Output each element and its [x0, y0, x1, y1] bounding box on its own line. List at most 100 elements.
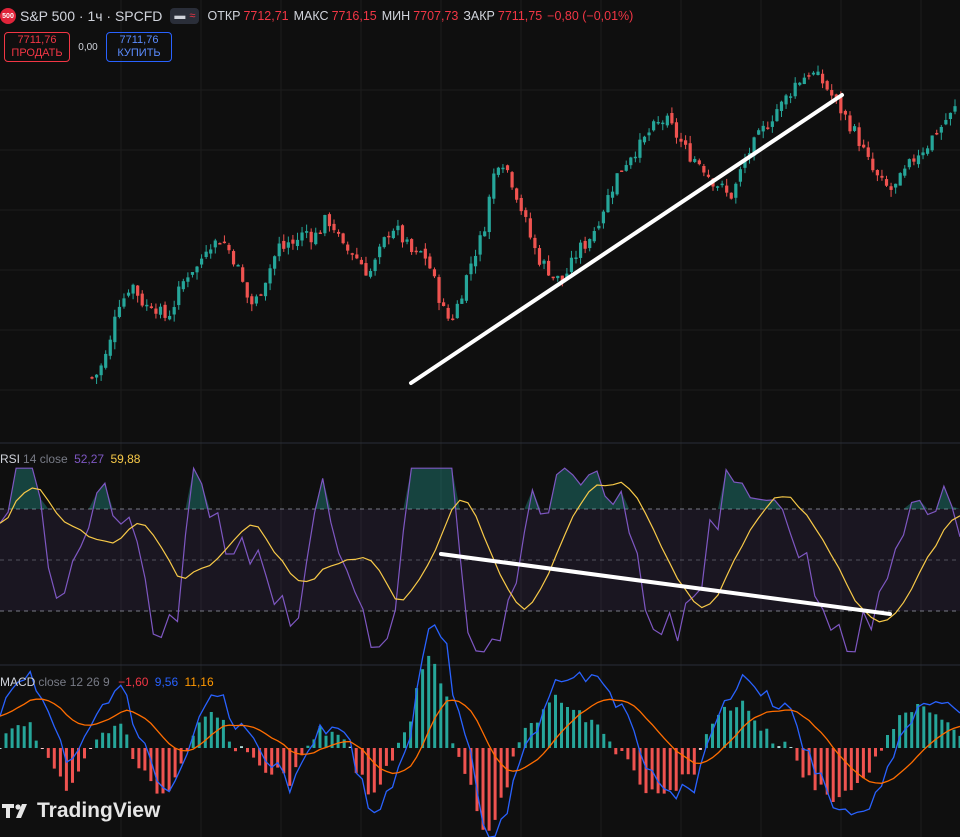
candle-body: [775, 109, 779, 122]
macd-bar: [71, 748, 74, 783]
candle-body: [807, 75, 811, 77]
candle-body: [177, 286, 181, 306]
candle-body: [784, 95, 788, 105]
candle-body: [551, 276, 555, 279]
macd-bar: [155, 748, 159, 794]
macd-bar: [560, 702, 563, 748]
macd-bar: [753, 720, 757, 748]
candle-body: [163, 304, 167, 318]
symbol-title[interactable]: S&P 500 · 1ч · SPCFD: [20, 8, 162, 24]
tradingview-logo[interactable]: TradingView: [2, 799, 160, 823]
visibility-toggle[interactable]: ▬ ≈: [170, 8, 200, 24]
macd-bar: [952, 729, 956, 748]
candle-body: [816, 71, 820, 76]
candle-body: [204, 251, 208, 258]
candle-body: [524, 210, 528, 217]
candle-body: [309, 231, 313, 243]
eye-icon: ▬: [174, 10, 186, 22]
candle-body: [624, 165, 628, 171]
candle-body: [642, 136, 647, 143]
macd-bar: [22, 726, 26, 748]
candle-body: [90, 377, 94, 379]
macd-value: 9,56: [154, 675, 179, 689]
candle-body: [852, 126, 857, 131]
candle-body: [496, 167, 500, 175]
candle-body: [282, 240, 286, 249]
macd-bar: [747, 710, 751, 748]
macd-bar: [46, 748, 50, 758]
macd-bar: [590, 719, 594, 748]
macd-bar: [227, 741, 231, 748]
candle-body: [537, 248, 542, 265]
candle-body: [857, 127, 861, 146]
candle-body: [414, 250, 418, 253]
candle-body: [209, 249, 213, 254]
macd-bar: [741, 700, 745, 748]
candle-body: [706, 174, 711, 177]
candle-body: [359, 259, 364, 265]
macd-bar: [215, 717, 219, 748]
chart-canvas[interactable]: [0, 0, 960, 837]
candle-body: [268, 268, 272, 284]
candle-body: [172, 307, 176, 315]
candle-body: [830, 90, 834, 96]
open-value: 7712,71: [243, 9, 289, 23]
macd-bar: [83, 748, 86, 759]
macd-bar: [626, 748, 630, 760]
sell-button[interactable]: 7711,76 ПРОДАТЬ: [4, 32, 70, 62]
grid-lines: [0, 0, 960, 837]
candle-body: [889, 186, 893, 190]
macd-bar: [493, 748, 497, 820]
candle-body: [451, 318, 455, 321]
rsi-name: RSI: [0, 452, 21, 466]
candle-body: [241, 267, 245, 282]
macd-bar: [28, 722, 32, 748]
candle-body: [336, 231, 341, 234]
candle-body: [487, 196, 491, 233]
macd-bar: [433, 663, 437, 748]
macd-bar: [831, 748, 835, 802]
macd-bar: [457, 748, 461, 757]
macd-bar: [463, 748, 467, 774]
candle-body: [670, 112, 674, 124]
candle-body: [702, 165, 706, 173]
buy-button[interactable]: 7711,76 КУПИТЬ: [106, 32, 172, 62]
macd-bar: [874, 748, 877, 757]
macd-bar: [644, 748, 648, 794]
macd-legend[interactable]: MACD close 12 26 9 −1,60 9,56 11,16: [0, 675, 214, 689]
sell-price: 7711,76: [17, 34, 57, 46]
rsi-ma-value: 59,88: [110, 452, 141, 466]
macd-bar: [614, 748, 618, 755]
symbol-logo[interactable]: 500: [0, 8, 16, 24]
candle-body: [930, 135, 934, 151]
macd-bar: [209, 712, 213, 748]
macd-bar: [795, 748, 799, 761]
macd-bar: [64, 748, 68, 791]
candle-body: [181, 281, 185, 290]
candle-body: [492, 173, 496, 199]
open-label: ОТКР: [207, 9, 241, 23]
candle-body: [862, 144, 866, 148]
rsi-legend[interactable]: RSI 14 close 52,27 59,88: [0, 452, 140, 466]
candle-body: [898, 173, 902, 186]
macd-bar: [759, 730, 763, 748]
candle-body: [186, 277, 190, 282]
macd-bar: [137, 748, 141, 769]
candle-body: [126, 292, 131, 296]
candle-body: [528, 218, 532, 238]
candle-body: [277, 243, 281, 257]
candle-body: [766, 127, 770, 129]
macd-bar: [10, 728, 14, 748]
macd-bar: [167, 748, 171, 792]
candle-body: [273, 256, 277, 269]
candle-body: [195, 266, 199, 273]
macd-bar: [336, 734, 340, 748]
macd-bar: [397, 742, 400, 748]
macd-bar: [378, 748, 382, 785]
candle-body: [601, 211, 606, 224]
trend-line-price[interactable]: [409, 93, 844, 385]
candle-body: [140, 293, 144, 306]
candle-body: [149, 306, 153, 309]
candle-body: [222, 241, 227, 244]
low-label: МИН: [381, 9, 411, 23]
